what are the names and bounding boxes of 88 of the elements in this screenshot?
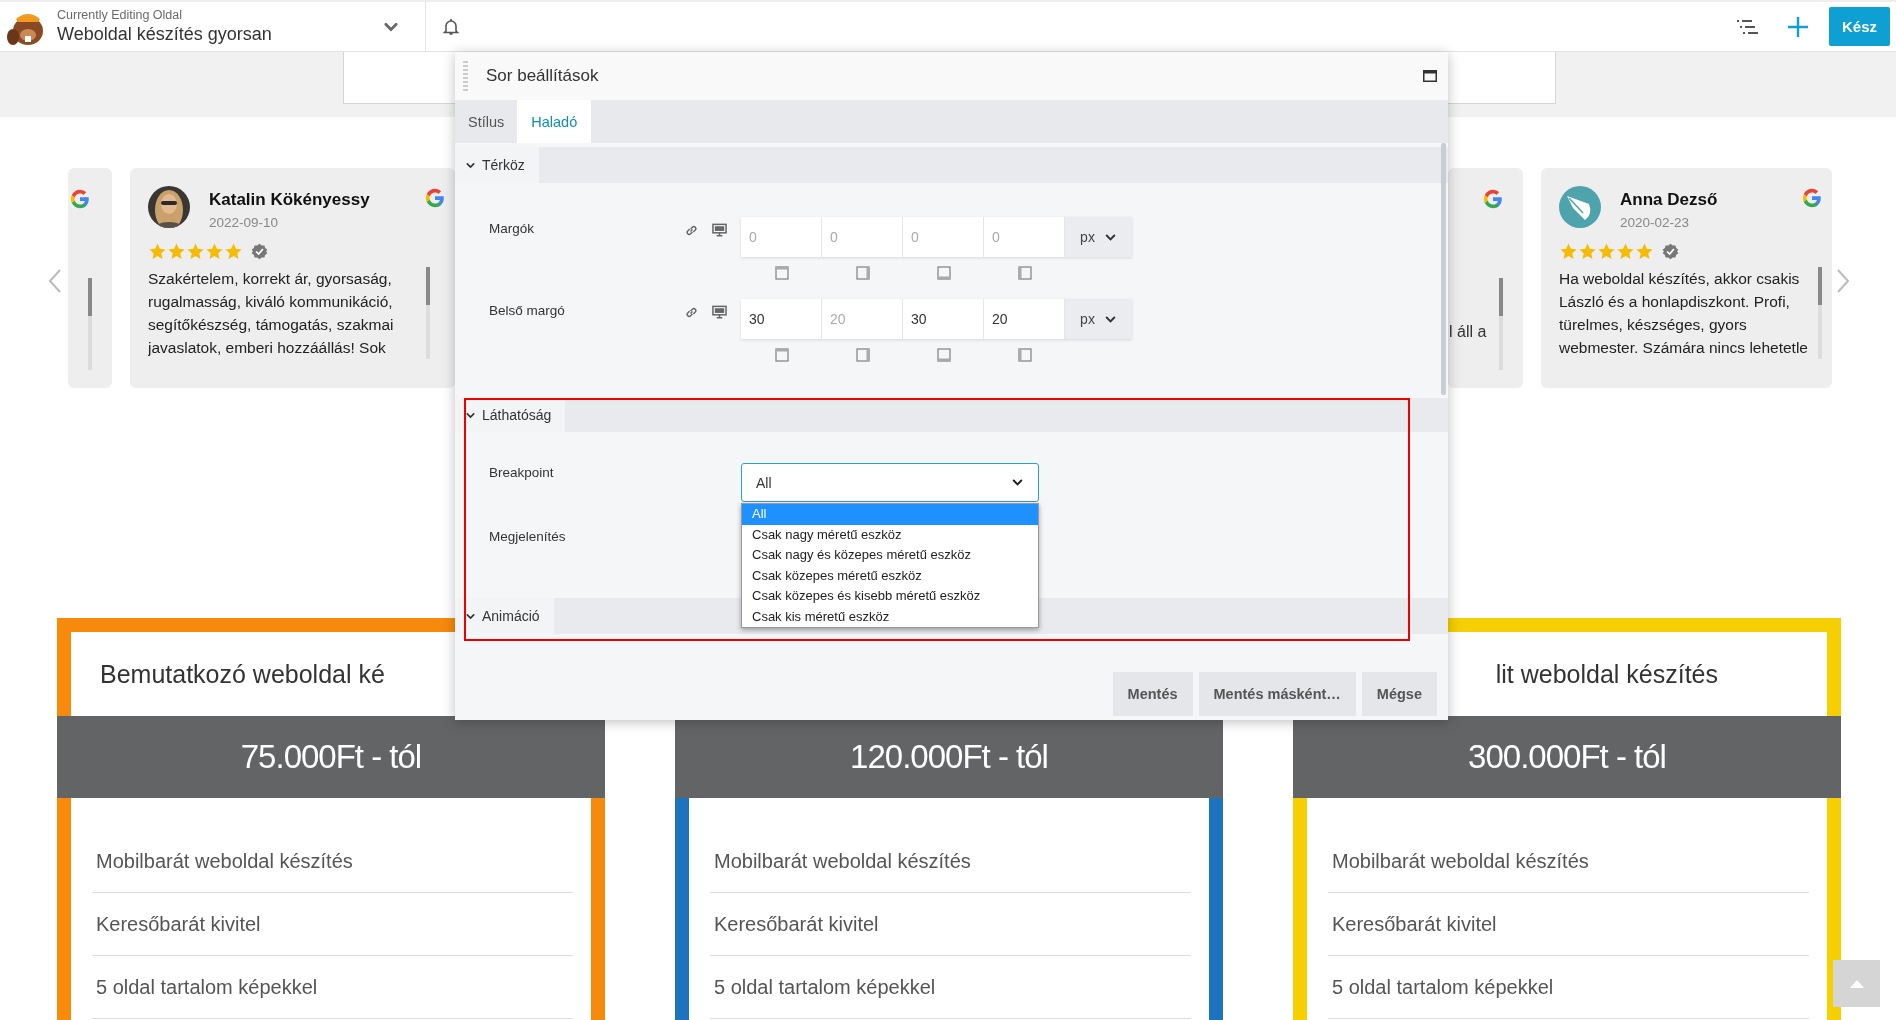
dropdown-option[interactable]: Csak nagy és közepes méretű eszköz	[742, 545, 1038, 566]
section-tab[interactable]: Térköz	[455, 147, 539, 183]
feature-item: Keresőbarát kivitel	[710, 893, 1191, 956]
section-tab[interactable]: Animáció	[455, 598, 554, 634]
field-label: Margók	[488, 220, 535, 238]
dropdown-option[interactable]: Csak közepes méretű eszköz	[742, 565, 1038, 586]
star-icon	[167, 242, 186, 261]
dropdown-option[interactable]: Csak kis méretű eszköz	[742, 606, 1038, 627]
unit-select[interactable]: px	[1065, 299, 1132, 339]
verified-badge-icon	[1662, 243, 1679, 260]
google-icon	[70, 189, 90, 209]
feature-item: 5 oldal tartalom képekkel	[710, 956, 1191, 1019]
page-title: Weboldal készítés gyorsan	[57, 23, 273, 45]
unit-select[interactable]: px	[1065, 217, 1132, 257]
footer-button[interactable]: Mentés	[1112, 672, 1193, 716]
input-field[interactable]: 20	[822, 299, 903, 339]
star-icon	[1597, 242, 1616, 261]
scrollbar-thumb[interactable]	[1441, 143, 1446, 395]
star-icon	[1559, 242, 1578, 261]
border-side-icon[interactable]	[855, 266, 870, 280]
breakpoint-select[interactable]: All	[741, 463, 1039, 502]
field-label: Breakpoint	[488, 464, 555, 482]
footer-button[interactable]: Mentés másként…	[1198, 672, 1356, 716]
star-icon	[1578, 242, 1597, 261]
editing-label: Currently Editing Oldal	[57, 8, 184, 23]
feature-item: Mobilbarát weboldal készítés	[92, 830, 573, 893]
feature-item: Mobilbarát weboldal készítés	[710, 830, 1191, 893]
tab[interactable]: Stílus	[455, 100, 518, 143]
section-tab[interactable]: Láthatóság	[455, 398, 566, 432]
feature-item: Keresőbarát kivitel	[92, 893, 573, 956]
google-icon	[1802, 188, 1822, 208]
border-side-icon[interactable]	[1017, 266, 1032, 280]
back-to-top-button[interactable]	[1833, 960, 1880, 1007]
star-icon	[205, 242, 224, 261]
caret-up-icon	[1849, 979, 1864, 988]
star-icon	[224, 242, 243, 261]
desktop-icon[interactable]	[712, 223, 727, 237]
field-label: Belső margó	[488, 302, 566, 320]
input-field[interactable]: 0	[741, 217, 822, 257]
link-icon[interactable]	[684, 223, 699, 238]
review-text: l áll a	[1449, 323, 1487, 341]
input-field[interactable]: 30	[903, 299, 984, 339]
google-icon	[1483, 189, 1503, 209]
dialog-title: Sor beállítások	[486, 66, 599, 86]
maximize-icon[interactable]	[1423, 70, 1437, 82]
input-field[interactable]: 20	[984, 299, 1065, 339]
star-icon	[186, 242, 205, 261]
footer-button[interactable]: Mégse	[1361, 672, 1437, 716]
link-icon[interactable]	[684, 305, 699, 320]
google-icon	[425, 188, 445, 208]
border-side-icon[interactable]	[1017, 348, 1032, 362]
input-field[interactable]: 0	[903, 217, 984, 257]
price-banner: 300.000Ft - tól	[1293, 716, 1841, 798]
border-side-icon[interactable]	[855, 348, 870, 362]
review-text: Szakértelem, korrekt ár, gyorsaság, rugalmasság, kiváló kommunikáció, segítőkészség, támogatás, szakmai javaslatok, emberi hozzáállás! Sok	[148, 269, 395, 358]
review-date: 2020-02-23	[1620, 215, 1691, 230]
star-icon	[1635, 242, 1654, 261]
feature-item: 5 oldal tartalom képekkel	[1328, 956, 1809, 1019]
plan-title: lit weboldal készítés	[1495, 659, 1718, 689]
border-side-icon[interactable]	[774, 266, 789, 280]
plan-title: Bemutatkozó weboldal ké	[100, 659, 385, 689]
review-date: 2022-09-10	[209, 215, 280, 230]
dropdown-option[interactable]: Csak közepes és kisebb méretű eszköz	[742, 586, 1038, 607]
feature-item: Mobilbarát weboldal készítés	[1328, 830, 1809, 893]
border-side-icon[interactable]	[936, 348, 951, 362]
outline-icon[interactable]	[1736, 17, 1760, 36]
input-field[interactable]: 30	[741, 299, 822, 339]
input-field[interactable]: 0	[822, 217, 903, 257]
review-text: Ha weboldal készítés, akkor csakis László és a honlapdiszkont. Profi, türelmes, készséges, gyors webmester. Számára nincs lehetetle	[1559, 269, 1809, 358]
drag-handle[interactable]	[463, 61, 468, 91]
reviewer-name: Anna Dezső	[1620, 190, 1719, 210]
star-icon	[1616, 242, 1635, 261]
border-side-icon[interactable]	[774, 348, 789, 362]
border-side-icon[interactable]	[936, 266, 951, 280]
dropdown-option[interactable]: Csak nagy méretű eszköz	[742, 524, 1038, 545]
tab[interactable]: Haladó	[517, 100, 592, 143]
input-field[interactable]: 0	[984, 217, 1065, 257]
price-banner: 75.000Ft - tól	[57, 716, 605, 798]
feature-item: 5 oldal tartalom képekkel	[92, 956, 573, 1019]
feature-item: Keresőbarát kivitel	[1328, 893, 1809, 956]
notification-bell-icon[interactable]	[441, 16, 461, 37]
pen-nib-logo-icon	[1559, 186, 1601, 228]
desktop-icon[interactable]	[712, 305, 727, 319]
add-icon[interactable]	[1787, 15, 1809, 38]
field-label: Megjelenítés	[488, 529, 567, 544]
reviewer-name: Katalin Kökényessy	[209, 190, 371, 210]
star-icon	[148, 242, 167, 261]
verified-badge-icon	[251, 243, 268, 260]
